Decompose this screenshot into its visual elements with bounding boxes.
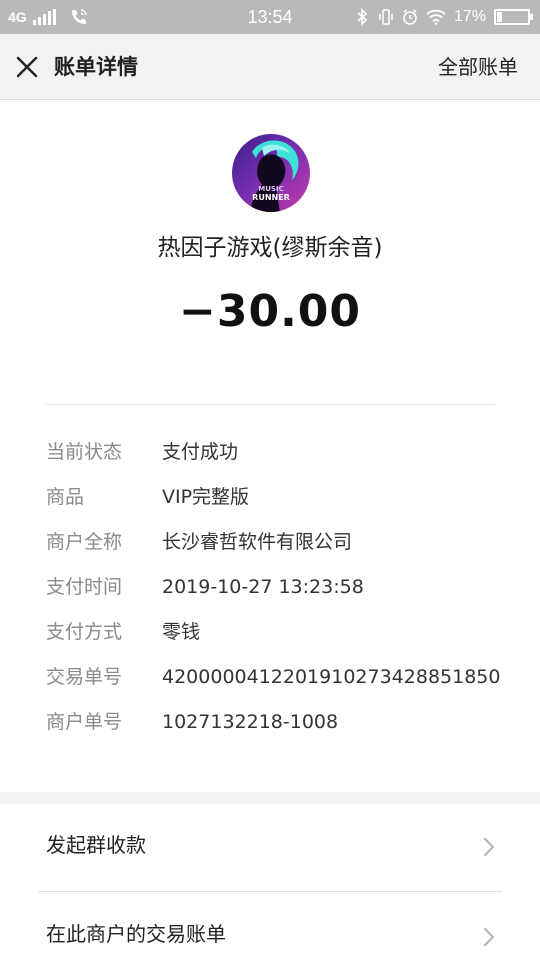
detail-row-merchant-order-id: 商户单号 1027132218-1008	[0, 700, 540, 745]
detail-value: 支付成功	[162, 441, 239, 463]
detail-value: VIP完整版	[162, 486, 250, 508]
bluetooth-icon	[357, 8, 368, 26]
avatar-text-2: RUNNER	[252, 193, 290, 202]
alarm-icon	[403, 9, 417, 25]
battery-fill	[497, 12, 502, 22]
merchant-bills-button[interactable]: 在此商户的交易账单	[0, 892, 540, 960]
avatar-text-1: MUSIC	[258, 185, 283, 193]
chevron-right-icon	[483, 927, 495, 947]
status-bar-right: 17%	[354, 0, 533, 34]
detail-value: 零钱	[162, 621, 201, 643]
action-label: 在此商户的交易账单	[46, 922, 226, 946]
wifi-icon	[426, 9, 446, 25]
detail-row-status: 当前状态 支付成功	[0, 430, 540, 475]
nav-header: 账单详情 全部账单	[0, 34, 540, 100]
merchant-avatar: MUSIC RUNNER	[232, 134, 310, 212]
detail-row-transaction-id: 交易单号 4200000412201910273428851850	[0, 655, 540, 700]
detail-label: 当前状态	[46, 441, 123, 463]
page-title: 账单详情	[54, 55, 138, 79]
battery-icon	[494, 9, 533, 25]
close-icon[interactable]	[14, 54, 40, 80]
detail-label: 交易单号	[46, 666, 123, 688]
chevron-right-icon	[483, 837, 495, 857]
action-label: 发起群收款	[46, 833, 146, 857]
detail-label: 商品	[46, 486, 85, 508]
detail-value: 2019-10-27 13:23:58	[162, 576, 364, 598]
detail-label: 商户全称	[46, 531, 123, 553]
battery-percent: 17%	[453, 8, 486, 25]
detail-label: 支付方式	[46, 621, 123, 643]
merchant-logo: MUSIC RUNNER	[232, 134, 310, 212]
detail-value: 长沙睿哲软件有限公司	[162, 531, 353, 553]
section-separator	[0, 792, 540, 804]
group-collect-button[interactable]: 发起群收款	[0, 804, 540, 891]
payment-amount: −30.00	[178, 286, 362, 337]
detail-label: 支付时间	[46, 576, 123, 598]
detail-row-product: 商品 VIP完整版	[0, 475, 540, 520]
merchant-name: 热因子游戏(缪斯余音)	[157, 235, 383, 261]
detail-row-payment-time: 支付时间 2019-10-27 13:23:58	[0, 565, 540, 610]
all-bills-link[interactable]: 全部账单	[438, 34, 518, 100]
vibrate-icon	[379, 9, 393, 25]
divider	[45, 404, 495, 405]
detail-row-payment-method: 支付方式 零钱	[0, 610, 540, 655]
detail-value[interactable]: 1027132218-1008	[162, 700, 338, 745]
status-bar: 4G 13:54 17%	[0, 0, 540, 34]
bill-details: 当前状态 支付成功 商品 VIP完整版 商户全称 长沙睿哲软件有限公司 支付时间…	[0, 430, 540, 745]
detail-value[interactable]: 4200000412201910273428851850	[162, 655, 500, 700]
detail-row-merchant-full-name: 商户全称 长沙睿哲软件有限公司	[0, 520, 540, 565]
detail-label: 商户单号	[46, 711, 123, 733]
